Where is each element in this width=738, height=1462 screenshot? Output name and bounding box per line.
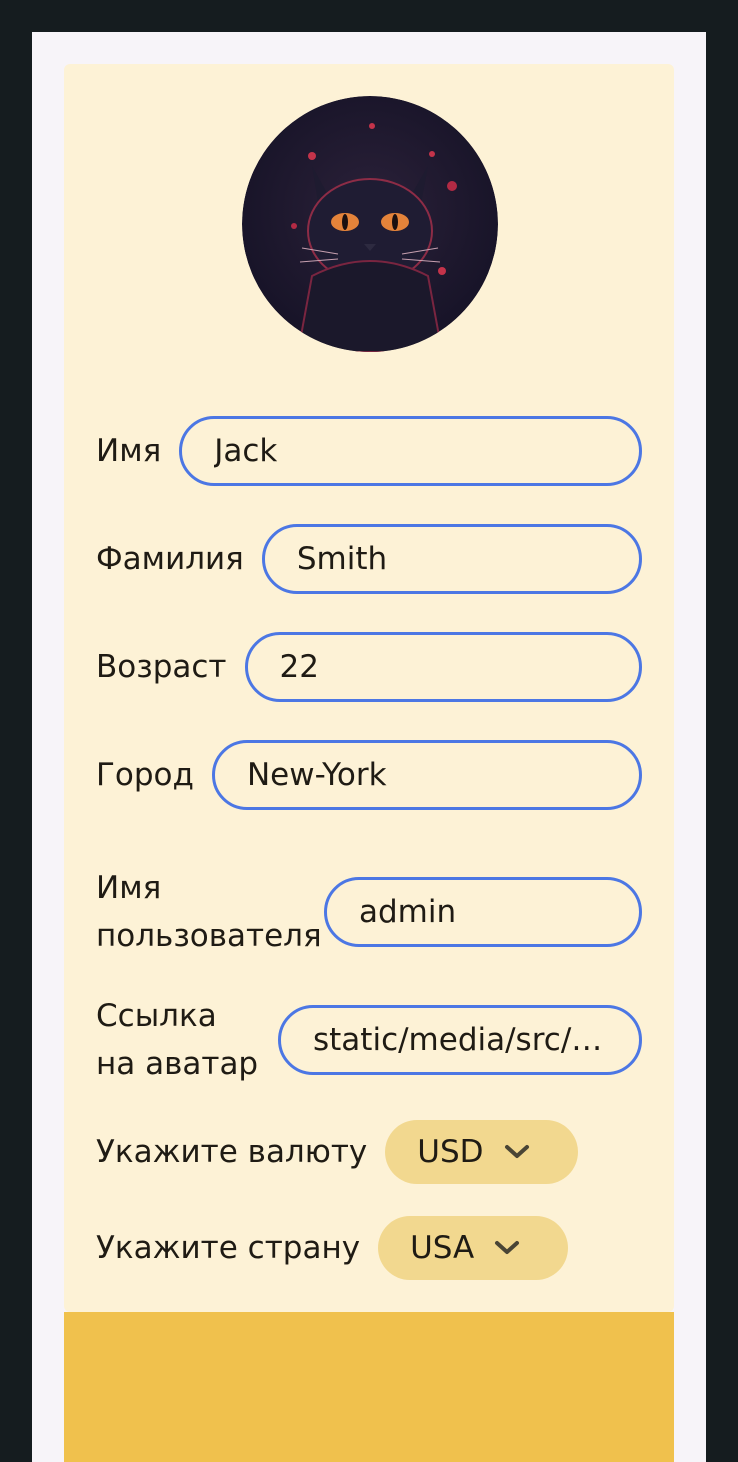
city-label: Город — [96, 757, 194, 793]
username-value: admin — [359, 894, 457, 930]
age-row: Возраст 22 — [96, 632, 642, 702]
avatar-link-row: Ссылка на аватар static/media/src/sh... — [96, 992, 642, 1088]
first-name-input[interactable]: Jack — [179, 416, 642, 486]
cat-avatar-icon — [242, 96, 498, 352]
age-label: Возраст — [96, 649, 227, 685]
avatar-link-value: static/media/src/sh... — [313, 1022, 607, 1058]
last-name-label: Фамилия — [96, 541, 244, 577]
country-value: USA — [410, 1230, 475, 1266]
last-name-input[interactable]: Smith — [261, 524, 642, 594]
currency-value: USD — [417, 1134, 484, 1170]
last-name-row: Фамилия Smith — [96, 524, 642, 594]
first-name-row: Имя Jack — [96, 416, 642, 486]
city-row: Город New-York — [96, 740, 642, 810]
currency-label: Укажите валюту — [96, 1134, 368, 1170]
age-value: 22 — [279, 649, 319, 685]
username-label: Имя пользователя — [96, 870, 322, 954]
chevron-down-icon — [504, 1144, 530, 1160]
first-name-label: Имя — [96, 433, 162, 469]
username-row: Имя пользователя admin — [96, 864, 642, 960]
city-input[interactable]: New-York — [211, 740, 642, 810]
last-name-value: Smith — [296, 541, 388, 577]
avatar-link-input[interactable]: static/media/src/sh... — [278, 1005, 642, 1075]
first-name-value: Jack — [214, 433, 278, 469]
country-label: Укажите страну — [96, 1230, 361, 1266]
username-input[interactable]: admin — [324, 877, 642, 947]
age-input[interactable]: 22 — [244, 632, 642, 702]
chevron-down-icon — [494, 1240, 520, 1256]
profile-card: Имя Jack Фамилия Smith Возраст 22 Город … — [64, 64, 674, 1312]
avatar — [242, 96, 498, 352]
currency-row: Укажите валюту USD — [96, 1120, 642, 1184]
country-row: Укажите страну USA — [96, 1216, 642, 1280]
avatar-link-label: Ссылка на аватар — [96, 998, 259, 1082]
currency-select[interactable]: USD — [385, 1120, 578, 1184]
city-value: New-York — [246, 757, 387, 793]
country-select[interactable]: USA — [378, 1216, 569, 1280]
page: Имя Jack Фамилия Smith Возраст 22 Город … — [32, 32, 706, 1462]
footer-band — [64, 1312, 674, 1462]
